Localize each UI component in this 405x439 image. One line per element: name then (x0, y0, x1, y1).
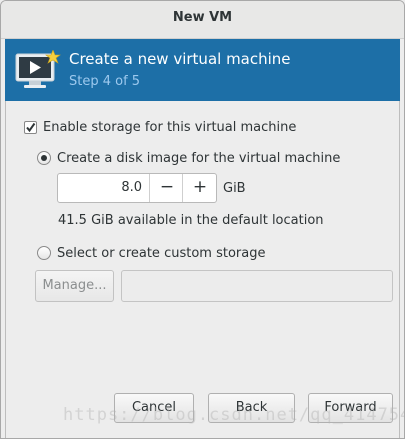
decrement-button[interactable]: − (149, 174, 184, 202)
disk-size-spinner[interactable]: 8.0 − + (57, 173, 217, 203)
banner-title: Create a new virtual machine (69, 50, 291, 68)
virtual-machine-new-icon (15, 50, 61, 88)
disk-size-unit: GiB (223, 181, 246, 196)
custom-storage-path-field[interactable] (121, 270, 393, 302)
custom-storage-label[interactable]: Select or create custom storage (57, 246, 265, 261)
manage-button[interactable]: Manage... (35, 270, 114, 302)
wizard-banner: Create a new virtual machine Step 4 of 5 (5, 39, 400, 101)
increment-button[interactable]: + (182, 174, 217, 202)
step-indicator: Step 4 of 5 (69, 74, 141, 89)
cancel-button[interactable]: Cancel (114, 393, 194, 423)
enable-storage-checkbox[interactable] (24, 121, 37, 134)
disk-size-value[interactable]: 8.0 (58, 180, 142, 195)
custom-storage-radio[interactable] (37, 246, 51, 260)
title-bar[interactable]: New VM (1, 1, 404, 39)
enable-storage-label[interactable]: Enable storage for this virtual machine (43, 120, 296, 135)
disk-image-label[interactable]: Create a disk image for the virtual mach… (57, 151, 340, 166)
disk-image-radio[interactable] (37, 151, 51, 165)
storage-panel: Enable storage for this virtual machine … (5, 101, 400, 438)
checkmark-icon (26, 122, 36, 133)
available-space-text: 41.5 GiB available in the default locati… (58, 213, 324, 228)
back-button[interactable]: Back (208, 393, 295, 423)
forward-button[interactable]: Forward (308, 393, 393, 423)
window-title: New VM (172, 10, 233, 25)
new-vm-dialog: New VM Create a new virtual machine Step… (0, 0, 405, 439)
